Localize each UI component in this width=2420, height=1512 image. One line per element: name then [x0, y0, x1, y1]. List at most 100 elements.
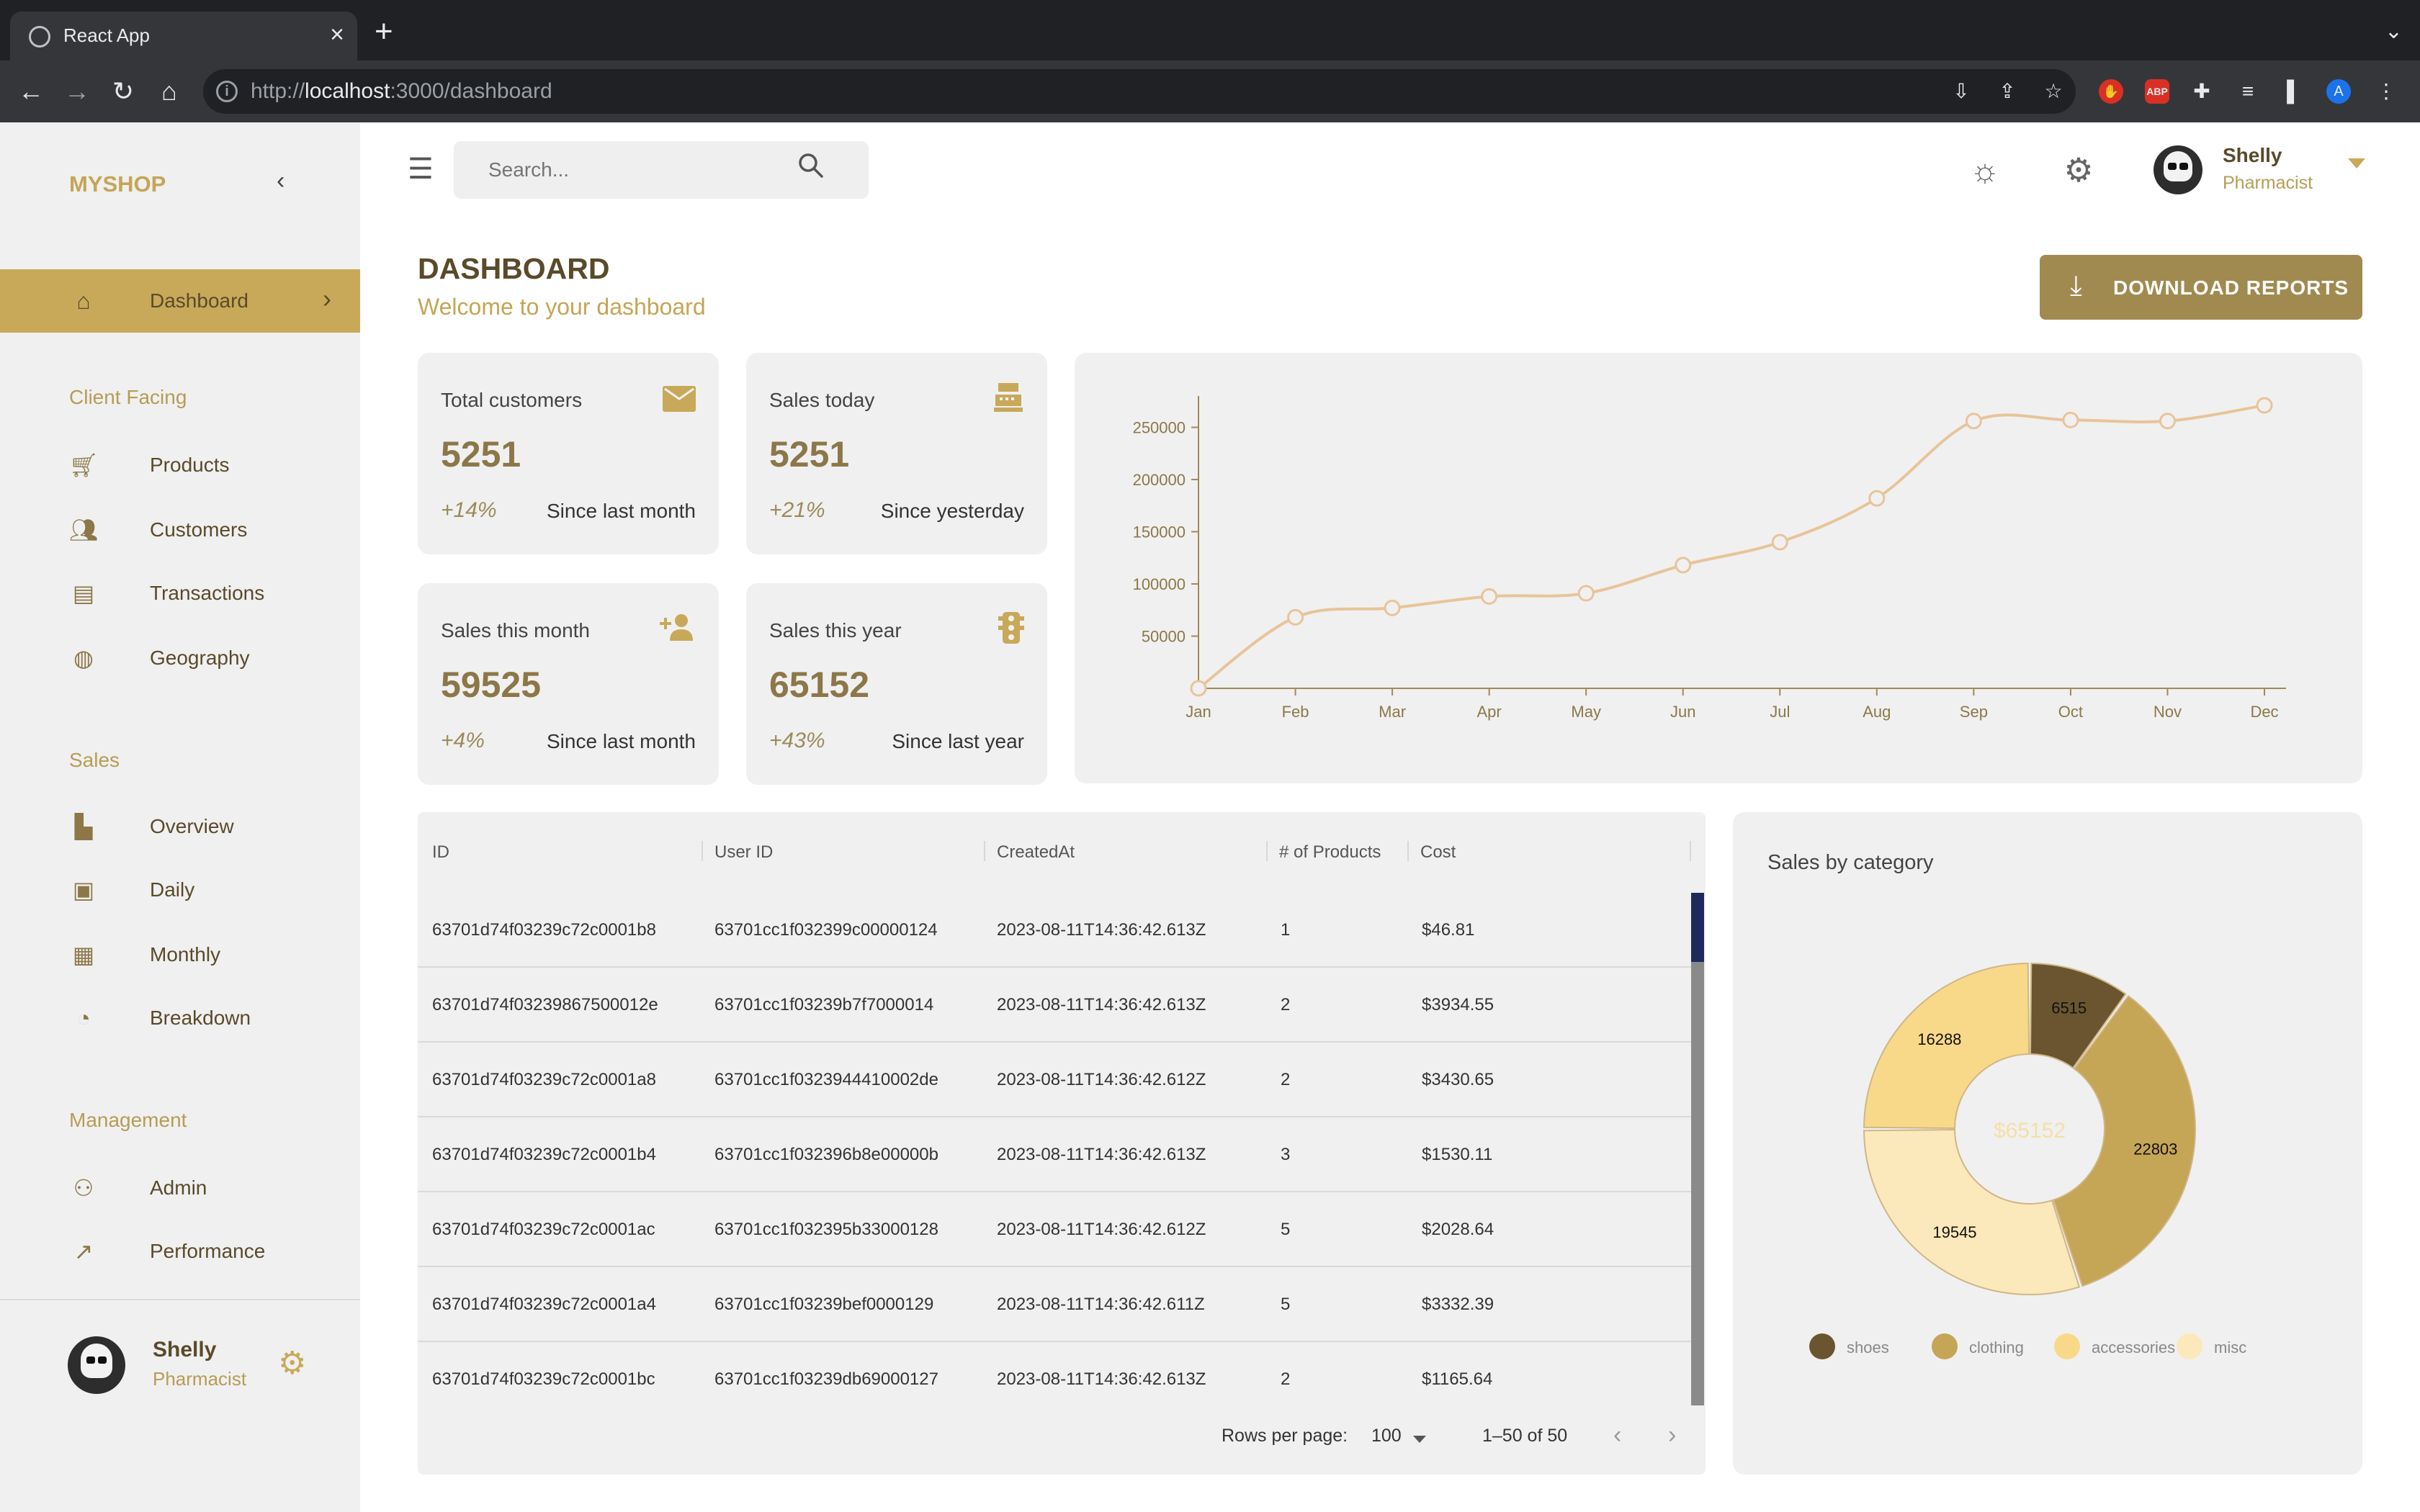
stat-increase: +4% — [441, 729, 485, 752]
sidebar: MYSHOP ‹ ⌂ Dashboard › Client Facing 🛒︎ … — [0, 122, 360, 1512]
cell-created-at: 2023-08-11T14:36:42.613Z — [997, 920, 1206, 940]
column-header-cost[interactable]: Cost — [1420, 842, 1456, 863]
table-row[interactable]: 63701d74f03239c72c0001b8 63701cc1f032399… — [418, 893, 1693, 968]
sidebar-item-transactions[interactable]: ▤ Transactions — [0, 570, 360, 613]
data-point — [1287, 608, 1304, 626]
sidebar-user-role: Pharmacist — [153, 1368, 247, 1390]
column-header-created-at[interactable]: CreatedAt — [997, 842, 1075, 863]
browser-tab[interactable]: React App × — [10, 12, 357, 60]
x-tick-label: Nov — [2154, 703, 2182, 721]
sales-line-chart-card: 50000 100000 150000 200000 250000 Jan Feb Mar Ap… — [1075, 353, 2362, 783]
x-tick-label: Aug — [1863, 703, 1891, 721]
new-tab-icon[interactable]: + — [375, 16, 393, 48]
search-input[interactable] — [488, 158, 776, 181]
settings-gear-icon[interactable]: ⚙ — [2058, 150, 2099, 190]
transactions-table: ID User ID CreatedAt # of Products Cost … — [418, 812, 1706, 1475]
table-row[interactable]: 63701d74f03239c72c0001bc 63701cc1f03239d… — [418, 1342, 1693, 1417]
y-tick-label: 50000 — [1142, 628, 1186, 646]
slice-label: 22803 — [2133, 1140, 2177, 1158]
extension-stop-icon[interactable]: ✋ — [2099, 79, 2123, 104]
adblock-icon[interactable]: ABP — [2145, 79, 2169, 104]
chevron-left-icon[interactable]: ‹ — [277, 167, 284, 195]
table-row[interactable]: 63701d74f03239c72c0001b4 63701cc1f032396… — [418, 1117, 1693, 1192]
sidebar-item-monthly[interactable]: ▦ Monthly — [0, 932, 360, 975]
address-bar[interactable]: i http://localhost:3000/dashboard — [203, 69, 2076, 114]
legend-label: accessories — [2092, 1338, 2176, 1356]
download-reports-button[interactable]: ⤓ DOWNLOAD REPORTS — [2040, 255, 2362, 320]
sidebar-item-breakdown[interactable]: ◔ Breakdown — [0, 995, 360, 1038]
x-tick-label: May — [1571, 703, 1601, 721]
cell-products: 1 — [1281, 920, 1291, 940]
cell-id: 63701d74f03239c72c0001b8 — [432, 920, 656, 940]
sidebar-item-admin[interactable]: ⚇ Admin — [0, 1165, 360, 1208]
home-icon[interactable]: ⌂ — [151, 73, 187, 109]
point-of-sale-icon — [994, 383, 1023, 412]
table-row[interactable]: 63701d74f03239c72c0001a4 63701cc1f03239b… — [418, 1267, 1693, 1342]
column-separator[interactable] — [1690, 841, 1691, 861]
light-mode-icon[interactable]: ☼ — [1965, 150, 2005, 190]
column-header-products[interactable]: # of Products — [1279, 842, 1381, 863]
person-add-icon — [660, 614, 693, 641]
column-header-user-id[interactable]: User ID — [714, 842, 773, 863]
data-point — [1481, 588, 1498, 605]
topbar-user-role: Pharmacist — [2223, 173, 2313, 193]
globe-icon — [29, 26, 50, 48]
sidebar-item-products[interactable]: 🛒︎ Products — [0, 442, 360, 485]
table-scrollbar[interactable] — [1691, 893, 1704, 1405]
sidebar-item-customers[interactable]: 👥︎ Customers — [0, 507, 360, 550]
x-tick-label: Dec — [2250, 703, 2278, 721]
settings-gear-icon[interactable]: ⚙ — [278, 1345, 306, 1382]
download-icon: ⤓ — [2070, 271, 2082, 301]
tab-search-icon[interactable]: ⌄ — [2385, 19, 2403, 44]
column-header-id[interactable]: ID — [432, 842, 449, 863]
sidebar-item-geography[interactable]: ◍ Geography — [0, 635, 360, 678]
chevron-down-icon[interactable] — [2348, 158, 2365, 168]
sidebar-item-label: Geography — [150, 647, 250, 669]
slice-label: 6515 — [2051, 999, 2087, 1017]
scrollbar-thumb[interactable] — [1691, 893, 1704, 962]
table-row[interactable]: 63701d74f03239c72c0001a8 63701cc1f032394… — [418, 1043, 1693, 1117]
column-separator[interactable] — [1266, 841, 1268, 861]
hamburger-menu-icon[interactable]: ☰ — [408, 153, 434, 186]
search-bar — [454, 141, 869, 199]
media-queue-icon[interactable]: ≡ — [2236, 79, 2260, 104]
tab-close-icon[interactable]: × — [330, 20, 344, 49]
side-panel-icon[interactable]: ▌ — [2282, 79, 2306, 104]
back-icon[interactable]: ← — [13, 73, 49, 109]
cell-cost: $3332.39 — [1422, 1295, 1494, 1314]
sidebar-item-overview[interactable]: ▙ Overview — [0, 804, 360, 847]
forward-icon[interactable]: → — [59, 73, 95, 109]
donut-total: $65152 — [1994, 1119, 2066, 1143]
bookmark-star-icon[interactable]: ☆ — [2041, 79, 2066, 104]
sidebar-item-dashboard[interactable]: ⌂ Dashboard › — [0, 269, 360, 333]
rows-per-page-label: Rows per page: — [1222, 1426, 1348, 1446]
install-icon[interactable]: ⇩ — [1949, 79, 1973, 104]
cell-created-at: 2023-08-11T14:36:42.613Z — [997, 1369, 1206, 1389]
topbar-user-name[interactable]: Shelly — [2223, 144, 2282, 167]
rows-per-page-select[interactable]: 100 — [1371, 1426, 1402, 1446]
table-row[interactable]: 63701d74f03239867500012e 63701cc1f03239b… — [418, 968, 1693, 1043]
y-tick-label: 150000 — [1133, 523, 1186, 541]
search-icon[interactable] — [797, 151, 825, 180]
previous-page-icon[interactable]: ‹ — [1613, 1421, 1621, 1449]
extensions-puzzle-icon[interactable]: ✚ — [2190, 79, 2214, 104]
share-icon[interactable]: ⇪ — [1995, 79, 2020, 104]
cell-id: 63701d74f03239c72c0001bc — [432, 1369, 655, 1389]
column-separator[interactable] — [984, 841, 985, 861]
column-separator[interactable] — [1407, 841, 1409, 861]
cell-cost: $1530.11 — [1422, 1145, 1493, 1164]
section-heading: Sales — [69, 749, 120, 771]
table-row[interactable]: 63701d74f03239c72c0001ac 63701cc1f032395… — [418, 1192, 1693, 1267]
sidebar-item-performance[interactable]: ↗ Performance — [0, 1228, 360, 1272]
reload-icon[interactable]: ↻ — [105, 73, 141, 109]
kebab-menu-icon[interactable]: ⋮ — [2374, 79, 2398, 104]
profile-avatar-icon[interactable]: A — [2326, 79, 2351, 104]
sidebar-item-daily[interactable]: ▣ Daily — [0, 867, 360, 910]
chevron-right-icon: › — [323, 284, 331, 313]
next-page-icon[interactable]: › — [1668, 1421, 1676, 1449]
calendar-today-icon: ▣ — [72, 877, 95, 903]
site-info-icon[interactable]: i — [216, 81, 238, 102]
chevron-down-icon[interactable] — [1413, 1436, 1426, 1443]
avatar[interactable] — [2154, 145, 2202, 194]
column-separator[interactable] — [702, 841, 703, 861]
